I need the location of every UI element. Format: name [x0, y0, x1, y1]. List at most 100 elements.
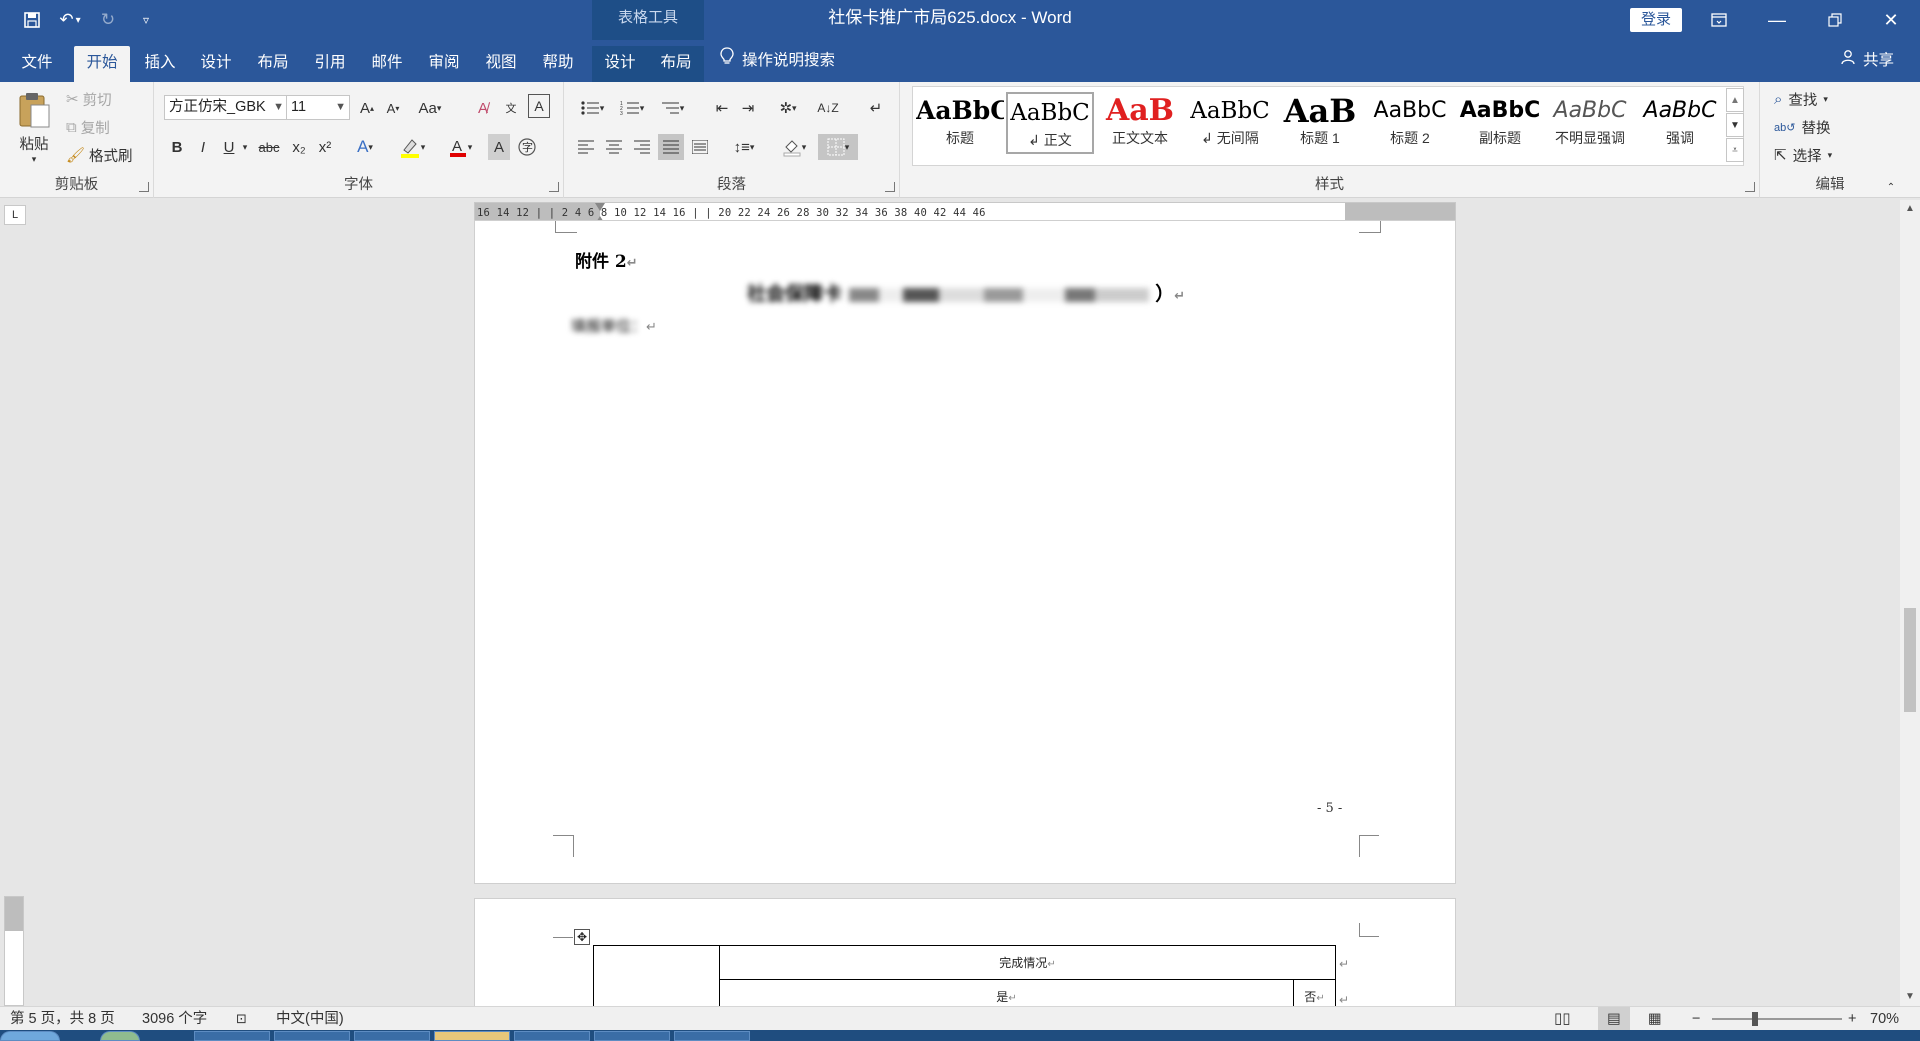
tab-mailings[interactable]: 邮件: [361, 46, 413, 82]
shading-icon[interactable]: ▾: [776, 134, 812, 160]
customize-qat-icon[interactable]: ▿: [134, 8, 158, 32]
tab-file[interactable]: 文件: [8, 46, 66, 82]
language[interactable]: 中文(中国): [276, 1007, 344, 1031]
show-paragraph-marks-icon[interactable]: ↵: [864, 96, 888, 120]
clipboard-launcher-icon[interactable]: [139, 182, 149, 192]
ribbon-display-icon[interactable]: [1690, 0, 1748, 40]
vertical-scrollbar[interactable]: ▲ ▼: [1900, 200, 1920, 1006]
distributed-icon[interactable]: [688, 134, 712, 160]
page-info[interactable]: 第 5 页，共 8 页: [10, 1007, 115, 1031]
taskbar-app[interactable]: [194, 1031, 270, 1041]
italic-button[interactable]: I: [192, 134, 214, 160]
zoom-in-icon[interactable]: +: [1848, 1007, 1856, 1031]
attachment-label[interactable]: 附件 2↵: [575, 247, 638, 272]
tab-table-design[interactable]: 设计: [592, 46, 648, 82]
taskbar-app[interactable]: [514, 1031, 590, 1041]
paste-button[interactable]: 粘贴 ▾: [12, 88, 56, 168]
style-no-spacing[interactable]: AaBbC ↲ 无间隔: [1186, 92, 1274, 154]
font-color-icon[interactable]: A ▾: [442, 134, 478, 160]
shrink-font-icon[interactable]: A ▾: [382, 96, 404, 120]
font-launcher-icon[interactable]: [549, 182, 559, 192]
character-shading-icon[interactable]: A: [488, 134, 510, 160]
taskbar-app[interactable]: [100, 1031, 140, 1041]
select-button[interactable]: ⇱ 选择 ▾: [1774, 144, 1832, 166]
zoom-out-icon[interactable]: −: [1692, 1007, 1700, 1031]
first-line-indent-marker[interactable]: [595, 203, 605, 211]
justify-icon[interactable]: [658, 134, 684, 160]
collapse-ribbon-icon[interactable]: ⌃: [1884, 180, 1898, 194]
web-layout-icon[interactable]: ▦: [1648, 1007, 1662, 1031]
find-button[interactable]: ⌕ 查找 ▾: [1774, 88, 1828, 110]
phonetic-guide-icon[interactable]: 文: [500, 96, 522, 120]
scroll-down-icon[interactable]: ▼: [1900, 988, 1920, 1006]
replace-button[interactable]: ab↺ 替换: [1774, 116, 1830, 138]
table-cell[interactable]: [593, 945, 720, 1014]
style-heading-2[interactable]: AaBbC 标题 2: [1366, 92, 1454, 154]
zoom-slider-thumb[interactable]: [1751, 1012, 1758, 1026]
zoom-level[interactable]: 70%: [1870, 1007, 1899, 1031]
unit-line[interactable]: 填报单位：↵: [571, 315, 657, 336]
copy-button[interactable]: ⧉ 复制: [66, 116, 110, 138]
tab-home[interactable]: 开始: [74, 46, 130, 82]
enclose-characters-icon[interactable]: 字: [516, 134, 538, 160]
read-mode-icon[interactable]: ▯▯: [1554, 1007, 1571, 1031]
styles-launcher-icon[interactable]: [1745, 182, 1755, 192]
underline-dropdown-icon[interactable]: ▾: [240, 134, 250, 160]
bold-button[interactable]: B: [166, 134, 188, 160]
start-button[interactable]: [0, 1031, 60, 1041]
tab-table-layout[interactable]: 布局: [648, 46, 704, 82]
tab-references[interactable]: 引用: [304, 46, 356, 82]
grow-font-icon[interactable]: A ▴: [356, 96, 378, 120]
font-size-combo[interactable]: 11 ▼: [286, 95, 350, 120]
character-border-icon[interactable]: A: [528, 94, 550, 118]
style-subtitle[interactable]: AaBbC 副标题: [1456, 92, 1544, 154]
line-spacing-icon[interactable]: ↕≡ ▾: [726, 134, 762, 160]
cut-button[interactable]: ✂ 剪切: [66, 88, 112, 110]
page[interactable]: 附件 2↵ 社会保障卡 ）↵ 填报单位：↵ - 5 -: [474, 220, 1456, 884]
gallery-more-icon[interactable]: ⩡: [1726, 138, 1744, 162]
align-center-icon[interactable]: [602, 134, 626, 160]
taskbar-app[interactable]: [594, 1031, 670, 1041]
login-button[interactable]: 登录: [1630, 8, 1682, 32]
format-painter-button[interactable]: 🖌 格式刷: [66, 144, 133, 166]
share-button[interactable]: 共享: [1841, 40, 1894, 82]
multilevel-list-icon[interactable]: ▾: [654, 96, 690, 120]
undo-icon[interactable]: ↶ ▾: [58, 8, 82, 32]
paragraph-launcher-icon[interactable]: [885, 182, 895, 192]
scroll-up-icon[interactable]: ▲: [1900, 200, 1920, 218]
font-name-combo[interactable]: 方正仿宋_GBK ▼: [164, 95, 288, 120]
tab-selector[interactable]: L: [4, 205, 26, 225]
clear-formatting-icon[interactable]: A̸: [472, 96, 494, 120]
print-layout-icon[interactable]: ▤: [1598, 1007, 1630, 1031]
align-left-icon[interactable]: [574, 134, 598, 160]
bullets-icon[interactable]: ▾: [574, 96, 610, 120]
style-title[interactable]: AaBbC( 标题: [916, 92, 1004, 154]
gallery-up-icon[interactable]: ▲: [1726, 88, 1744, 112]
sort-icon[interactable]: A↓Z: [816, 96, 840, 120]
taskbar-app[interactable]: [434, 1031, 510, 1041]
decrease-indent-icon[interactable]: ⇤: [710, 96, 734, 120]
tab-layout[interactable]: 布局: [247, 46, 299, 82]
increase-indent-icon[interactable]: ⇥: [736, 96, 760, 120]
underline-button[interactable]: U: [218, 134, 240, 160]
numbering-icon[interactable]: 1 2 3 ▾: [614, 96, 650, 120]
redo-icon[interactable]: ↻: [96, 8, 120, 32]
restore-icon[interactable]: [1806, 0, 1864, 40]
table-header-cell[interactable]: 完成情况↵: [719, 945, 1336, 980]
tab-review[interactable]: 审阅: [418, 46, 470, 82]
proofing-icon[interactable]: ⊡: [236, 1007, 247, 1031]
superscript-button[interactable]: x²: [314, 134, 336, 160]
align-right-icon[interactable]: [630, 134, 654, 160]
page[interactable]: ✥ 完成情况↵ 是↵ 否↵ ↵ ↵: [474, 898, 1456, 1018]
scroll-thumb[interactable]: [1904, 608, 1916, 712]
document-title-line[interactable]: 社会保障卡 ）↵: [747, 279, 1185, 306]
chinese-layout-icon[interactable]: ✲ ▾: [770, 96, 806, 120]
close-icon[interactable]: ✕: [1862, 0, 1920, 40]
style-heading-1[interactable]: AaB 标题 1: [1276, 92, 1364, 154]
word-count[interactable]: 3096 个字: [142, 1007, 207, 1031]
tab-design[interactable]: 设计: [190, 46, 242, 82]
vertical-ruler[interactable]: [4, 896, 24, 1006]
gallery-down-icon[interactable]: ▼: [1726, 113, 1744, 137]
tab-help[interactable]: 帮助: [532, 46, 584, 82]
change-case-button[interactable]: Aa ▾: [412, 96, 448, 120]
